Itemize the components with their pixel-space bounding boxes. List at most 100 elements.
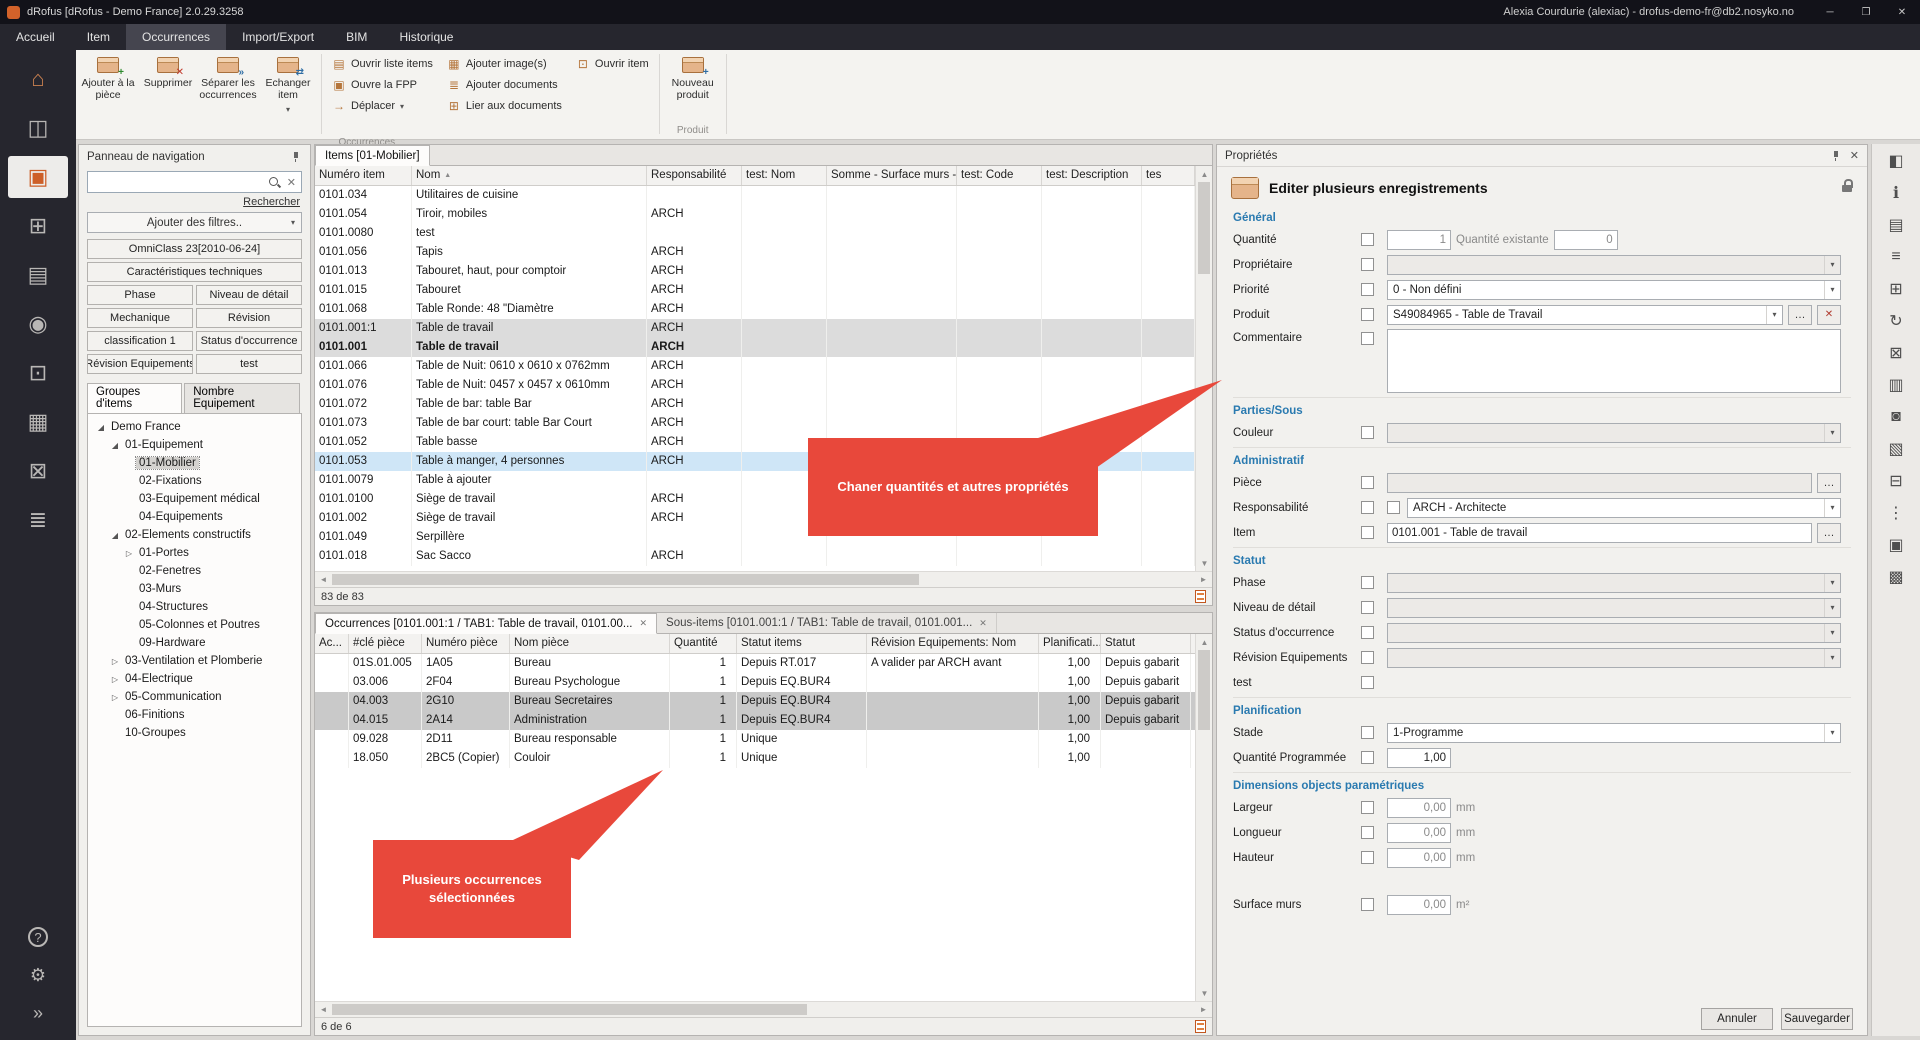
apply-checkbox[interactable]	[1361, 426, 1374, 439]
apply-checkbox[interactable]	[1361, 726, 1374, 739]
info-icon[interactable]: ℹ	[1880, 178, 1912, 208]
longueur-input[interactable]	[1387, 823, 1451, 843]
cancel-button[interactable]: Annuler	[1701, 1008, 1773, 1030]
menu-tab-accueil[interactable]: Accueil	[0, 24, 71, 50]
scroll-down-icon[interactable]: ▼	[1196, 985, 1212, 1001]
tree-item-01-equipement[interactable]: ◢01-Equipement	[88, 436, 301, 454]
pin-icon[interactable]	[1830, 150, 1842, 162]
filter-button-omniclass-23-2010-06-24[interactable]: OmniClass 23[2010-06-24]	[87, 239, 302, 259]
projects-icon[interactable]: ⌂	[8, 58, 68, 100]
column-header-test-code[interactable]: test: Code	[957, 166, 1042, 185]
filter-button-classification-1[interactable]: classification 1	[87, 331, 193, 351]
expand-icon[interactable]: ▷	[108, 657, 122, 666]
existing-quantity-input[interactable]	[1554, 230, 1618, 250]
hauteur-input[interactable]	[1387, 848, 1451, 868]
separate-occurrences-button[interactable]: » Séparer les occurrences	[198, 52, 258, 101]
scroll-up-icon[interactable]: ▲	[1196, 634, 1212, 650]
tab-sous-items[interactable]: Sous-items [0101.001:1 / TAB1: Table de …	[657, 613, 997, 633]
ellipsis-button[interactable]: …	[1817, 473, 1841, 493]
settings-icon[interactable]: ⚙	[8, 958, 68, 992]
scroll-up-icon[interactable]: ▲	[1196, 166, 1212, 182]
dropdown-niveau-de-d-tail[interactable]: ▾	[1387, 598, 1841, 618]
items-horizontal-scrollbar[interactable]: ◄ ►	[315, 571, 1212, 587]
expand-icon[interactable]: ▷	[108, 693, 122, 702]
column-header-cl-pi-ce[interactable]: #clé pièce	[349, 634, 422, 653]
expand-icon[interactable]: ▷	[108, 675, 122, 684]
table-row[interactable]: 0101.0080test	[315, 224, 1195, 243]
close-panel-icon[interactable]: ✕	[1850, 149, 1859, 162]
tree-item-09-hardware[interactable]: 09-Hardware	[88, 634, 301, 652]
table-row[interactable]: 0101.015TabouretARCH	[315, 281, 1195, 300]
filter-button-r-vision-equipements[interactable]: Révision Equipements	[87, 354, 193, 374]
filter-button-status-d-occurrence[interactable]: Status d'occurrence	[196, 331, 302, 351]
column-header-nom-pi-ce[interactable]: Nom pièce	[510, 634, 670, 653]
column-header-ac[interactable]: Ac...	[315, 634, 349, 653]
rooms-icon[interactable]: ◫	[8, 107, 68, 149]
column-header-tes[interactable]: tes	[1142, 166, 1195, 185]
surface-murs-input[interactable]	[1387, 895, 1451, 915]
layout-panels-icon[interactable]: ◧	[1880, 146, 1912, 176]
scroll-left-icon[interactable]: ◄	[315, 1002, 332, 1018]
apply-checkbox[interactable]	[1361, 601, 1374, 614]
menu-tab-bim[interactable]: BIM	[330, 24, 383, 50]
tab-items-mobilier[interactable]: Items [01-Mobilier]	[315, 145, 430, 166]
tree-item-05-communication[interactable]: ▷05-Communication	[88, 688, 301, 706]
clear-search-icon[interactable]: ✕	[287, 176, 296, 189]
package-icon[interactable]: ▣	[1880, 530, 1912, 560]
menu-tab-import-export[interactable]: Import/Export	[226, 24, 330, 50]
filter-button-niveau-de-d-tail[interactable]: Niveau de détail	[196, 285, 302, 305]
tree-item-03-ventilation-et-plomberie[interactable]: ▷03-Ventilation et Plomberie	[88, 652, 301, 670]
exchange-item-button[interactable]: ⇄ Echanger item ▾	[258, 52, 318, 114]
scroll-thumb[interactable]	[1198, 650, 1210, 730]
report-icon[interactable]	[1195, 1020, 1206, 1033]
search-link[interactable]: Rechercher	[243, 196, 300, 208]
dropdown-propri-taire[interactable]: ▾	[1387, 255, 1841, 275]
tree-item-10-groupes[interactable]: 10-Groupes	[88, 724, 301, 742]
pi-ce-input[interactable]	[1387, 473, 1812, 493]
column-header-statut[interactable]: Statut	[1101, 634, 1191, 653]
add-documents-button[interactable]: ≣ Ajouter documents	[442, 77, 567, 93]
apply-checkbox[interactable]	[1361, 851, 1374, 864]
tree-item-04-structures[interactable]: 04-Structures	[88, 598, 301, 616]
sub-items-icon[interactable]: ⊟	[1880, 466, 1912, 496]
dropdown-responsabilit[interactable]: ARCH - Architecte▾	[1407, 498, 1841, 518]
collapse-icon[interactable]: ◢	[94, 423, 108, 432]
occurrence-row[interactable]: 04.0152A14Administration1Depuis EQ.BUR41…	[315, 711, 1195, 730]
apply-checkbox[interactable]	[1361, 258, 1374, 271]
column-header-test-nom[interactable]: test: Nom	[742, 166, 827, 185]
dropdown-stade[interactable]: 1-Programme▾	[1387, 723, 1841, 743]
filter-button-phase[interactable]: Phase	[87, 285, 193, 305]
apply-checkbox[interactable]	[1361, 651, 1374, 664]
dropdown-couleur[interactable]: ▾	[1387, 423, 1841, 443]
secondary-checkbox[interactable]	[1387, 501, 1400, 514]
data-sheet-icon[interactable]: ▥	[1880, 370, 1912, 400]
dropdown-priorit[interactable]: 0 - Non défini▾	[1387, 280, 1841, 300]
apply-checkbox[interactable]	[1361, 676, 1374, 689]
minimize-button[interactable]: ─	[1812, 0, 1848, 24]
apply-checkbox[interactable]	[1361, 476, 1374, 489]
refresh-model-icon[interactable]: ↻	[1880, 306, 1912, 336]
occurrence-list-icon[interactable]: ≡	[1880, 242, 1912, 272]
systems-icon[interactable]: ⊠	[8, 450, 68, 492]
apply-checkbox[interactable]	[1361, 332, 1374, 345]
tree-item-03-equipement-m-dical[interactable]: 03-Equipement médical	[88, 490, 301, 508]
column-header-quantit[interactable]: Quantité	[670, 634, 737, 653]
collapse-icon[interactable]: ◢	[108, 531, 122, 540]
apply-checkbox[interactable]	[1361, 626, 1374, 639]
apply-checkbox[interactable]	[1361, 526, 1374, 539]
archive-icon[interactable]: ▩	[1880, 562, 1912, 592]
close-button[interactable]: ✕	[1884, 0, 1920, 24]
finance-icon[interactable]: ◉	[8, 303, 68, 345]
table-row[interactable]: 0101.056TapisARCH	[315, 243, 1195, 262]
table-row[interactable]: 0101.013Tabouret, haut, pour comptoirARC…	[315, 262, 1195, 281]
reports-icon[interactable]: ≣	[8, 499, 68, 541]
clear-product-button[interactable]: ✕	[1817, 305, 1841, 325]
nav-tab-groupes-d-items[interactable]: Groupes d'items	[87, 383, 182, 413]
buildings-icon[interactable]: ▦	[8, 401, 68, 443]
column-header-planificati[interactable]: Planificati...	[1039, 634, 1101, 653]
occurrence-row[interactable]: 03.0062F04Bureau Psychologue1Depuis EQ.B…	[315, 673, 1195, 692]
close-tab-icon[interactable]: ✕	[979, 618, 987, 629]
classification-icon[interactable]: ⋮	[1880, 498, 1912, 528]
table-row[interactable]: 0101.018Sac SaccoARCH	[315, 547, 1195, 566]
open-fpp-button[interactable]: ▣ Ouvre la FPP	[327, 77, 438, 93]
